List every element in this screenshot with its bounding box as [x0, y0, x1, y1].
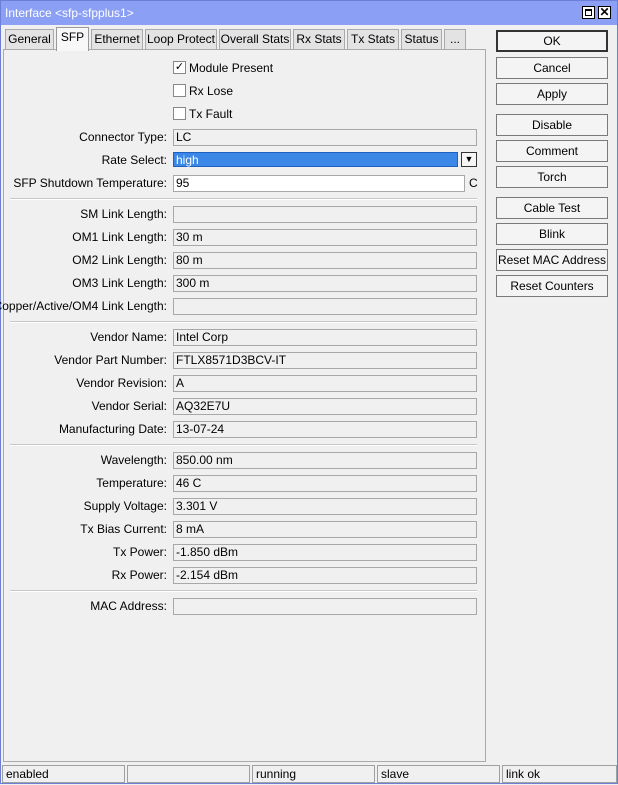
om2-link-length-field: 80 m: [173, 252, 477, 269]
tab-more[interactable]: ...: [444, 29, 466, 50]
module-present-label: Module Present: [189, 61, 274, 75]
om2-link-length-label: OM2 Link Length:: [72, 253, 167, 267]
manufacturing-date-label: Manufacturing Date:: [58, 422, 167, 436]
wavelength-label: Wavelength:: [100, 453, 167, 467]
copper-link-length-label: Copper/Active/OM4 Link Length:: [0, 299, 167, 313]
window-title: Interface <sfp-sfpplus1>: [5, 6, 134, 20]
vendor-serial-label: Vendor Serial:: [91, 399, 167, 413]
tab-loop-protect[interactable]: Loop Protect: [145, 29, 217, 50]
vendor-name-field: Intel Corp: [173, 329, 477, 346]
rx-lose-checkbox[interactable]: [173, 84, 186, 97]
tab-status[interactable]: Status: [401, 29, 442, 50]
vendor-name-label: Vendor Name:: [90, 330, 167, 344]
ok-button[interactable]: OK: [496, 30, 608, 52]
status-enabled: enabled: [2, 765, 125, 783]
mac-address-field: [173, 598, 477, 615]
tx-fault-checkbox[interactable]: [173, 107, 186, 120]
status-link: link ok: [502, 765, 617, 783]
tx-bias-current-label: Tx Bias Current:: [80, 522, 167, 536]
mac-address-label: MAC Address:: [90, 599, 167, 613]
tab-rx-stats[interactable]: Rx Stats: [293, 29, 345, 50]
sfp-shutdown-temp-label: SFP Shutdown Temperature:: [13, 176, 167, 190]
separator: [10, 590, 477, 592]
disable-button[interactable]: Disable: [496, 114, 608, 136]
rate-select-label: Rate Select:: [101, 153, 167, 167]
vendor-part-number-label: Vendor Part Number:: [54, 353, 167, 367]
tab-ethernet[interactable]: Ethernet: [91, 29, 143, 50]
temp-unit-label: C: [469, 176, 478, 190]
om1-link-length-label: OM1 Link Length:: [72, 230, 167, 244]
close-icon[interactable]: ✕: [598, 6, 611, 19]
manufacturing-date-field: 13-07-24: [173, 421, 477, 438]
separator: [10, 198, 477, 200]
wavelength-field: 850.00 nm: [173, 452, 477, 469]
reset-counters-button[interactable]: Reset Counters: [496, 275, 608, 297]
interface-window: Interface <sfp-sfpplus1> ✕ General SFP E…: [0, 0, 618, 784]
vendor-serial-field: AQ32E7U: [173, 398, 477, 415]
tx-bias-current-field: 8 mA: [173, 521, 477, 538]
cancel-button[interactable]: Cancel: [496, 57, 608, 79]
status-bar: enabled running slave link ok: [1, 763, 618, 785]
title-bar[interactable]: Interface <sfp-sfpplus1> ✕: [1, 1, 617, 25]
tab-sfp[interactable]: SFP: [56, 27, 89, 51]
tx-power-label: Tx Power:: [112, 545, 167, 559]
comment-button[interactable]: Comment: [496, 140, 608, 162]
status-slave: slave: [377, 765, 500, 783]
tab-general[interactable]: General: [5, 29, 54, 50]
status-empty: [127, 765, 250, 783]
connector-type-field: LC: [173, 129, 477, 146]
separator: [10, 321, 477, 323]
supply-voltage-label: Supply Voltage:: [83, 499, 167, 513]
om1-link-length-field: 30 m: [173, 229, 477, 246]
rx-power-field: -2.154 dBm: [173, 567, 477, 584]
module-present-checkbox[interactable]: ✓: [173, 61, 186, 74]
tx-fault-label: Tx Fault: [189, 107, 233, 121]
sfp-shutdown-temp-input[interactable]: 95: [173, 175, 465, 192]
tx-power-field: -1.850 dBm: [173, 544, 477, 561]
torch-button[interactable]: Torch: [496, 166, 608, 188]
dropdown-arrow-icon[interactable]: ▼: [461, 152, 477, 167]
rate-select-dropdown[interactable]: high: [173, 152, 458, 167]
supply-voltage-field: 3.301 V: [173, 498, 477, 515]
status-running: running: [252, 765, 375, 783]
apply-button[interactable]: Apply: [496, 83, 608, 105]
temperature-label: Temperature:: [96, 476, 167, 490]
reset-mac-address-button[interactable]: Reset MAC Address: [496, 249, 608, 271]
maximize-icon[interactable]: [582, 6, 595, 19]
vendor-revision-field: A: [173, 375, 477, 392]
tab-overall-stats[interactable]: Overall Stats: [219, 29, 291, 50]
blink-button[interactable]: Blink: [496, 223, 608, 245]
tab-tx-stats[interactable]: Tx Stats: [347, 29, 399, 50]
vendor-part-number-field: FTLX8571D3BCV-IT: [173, 352, 477, 369]
vendor-revision-label: Vendor Revision:: [76, 376, 167, 390]
sm-link-length-field: [173, 206, 477, 223]
copper-link-length-field: [173, 298, 477, 315]
om3-link-length-label: OM3 Link Length:: [72, 276, 167, 290]
cable-test-button[interactable]: Cable Test: [496, 197, 608, 219]
rx-power-label: Rx Power:: [111, 568, 167, 582]
connector-type-label: Connector Type:: [79, 130, 167, 144]
separator: [10, 444, 477, 446]
om3-link-length-field: 300 m: [173, 275, 477, 292]
temperature-field: 46 C: [173, 475, 477, 492]
tab-bar: General SFP Ethernet Loop Protect Overal…: [1, 27, 491, 51]
sm-link-length-label: SM Link Length:: [80, 207, 167, 221]
rx-lose-label: Rx Lose: [189, 84, 234, 98]
